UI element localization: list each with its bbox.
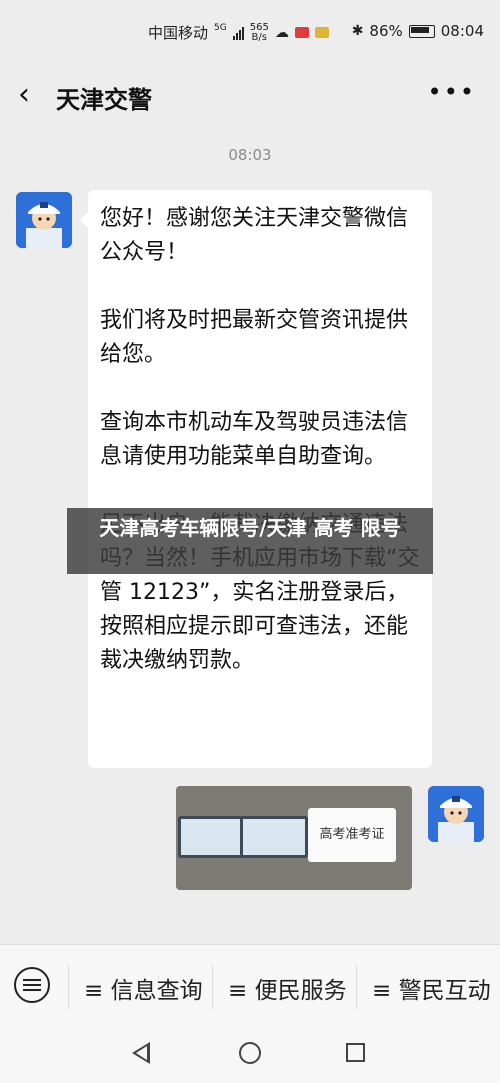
- network-speed: 565 B/s: [250, 22, 269, 43]
- menu-divider: [356, 965, 357, 1009]
- clock: 08:04: [440, 22, 484, 40]
- menu-item-police-interaction[interactable]: ≡ 警民互动: [372, 971, 491, 1005]
- message-timestamp: 08:03: [228, 146, 272, 164]
- official-account-menu: ≡ 信息查询 ≡ 便民服务 ≡ 警民互动: [0, 944, 500, 1029]
- police-mascot-icon: [16, 192, 72, 248]
- status-left: 中国移动 5G 565 B/s ☁: [148, 22, 329, 43]
- message-paragraph: 我们将及时把最新交管资讯提供给您。: [100, 308, 409, 367]
- image-text-label: 高考准考证: [308, 808, 396, 862]
- chevron-left-icon[interactable]: ‹: [18, 80, 30, 110]
- image-message[interactable]: 高考准考证: [176, 786, 412, 890]
- bluetooth-icon: ✱: [351, 23, 364, 39]
- home-icon[interactable]: [239, 1042, 261, 1064]
- official-account-avatar[interactable]: [16, 192, 72, 248]
- more-options-icon[interactable]: •••: [428, 78, 476, 106]
- status-right: ✱ 86% 08:04: [352, 22, 484, 40]
- menu-item-public-service[interactable]: ≡ 便民服务: [228, 971, 347, 1005]
- id-card-photo: [178, 816, 246, 858]
- recents-icon[interactable]: [346, 1043, 365, 1062]
- battery-percent: 86%: [369, 22, 403, 40]
- app-notification-icon: [294, 27, 309, 38]
- message-paragraph: 您好！感谢您关注天津交警微信公众号！: [100, 206, 409, 265]
- id-card-photo: [240, 816, 308, 858]
- app-notification-icon-2: [314, 27, 329, 38]
- status-bar: 中国移动 5G 565 B/s ☁ ✱ 86% 08:04: [0, 0, 500, 66]
- chat-header: ‹ 天津交警 •••: [0, 66, 500, 126]
- menu-divider: [68, 965, 69, 1009]
- welcome-message-bubble[interactable]: 您好！感谢您关注天津交警微信公众号！ 我们将及时把最新交管资讯提供给您。 查询本…: [80, 190, 432, 768]
- menu-divider: [212, 965, 213, 1009]
- police-mascot-icon: [428, 786, 484, 842]
- carrier-label: 中国移动: [148, 24, 209, 42]
- speed-unit: B/s: [251, 31, 267, 43]
- menu-item-info-query[interactable]: ≡ 信息查询: [84, 971, 203, 1005]
- cloud-icon: ☁: [274, 24, 289, 41]
- chat-title: 天津交警: [56, 86, 152, 114]
- back-icon[interactable]: [132, 1042, 150, 1064]
- system-navigation-bar: [0, 1028, 500, 1083]
- user-avatar[interactable]: [428, 786, 484, 842]
- battery-icon: [408, 24, 435, 38]
- signal-icon: [232, 26, 244, 40]
- network-type: 5G: [214, 22, 227, 33]
- keyboard-toggle-icon[interactable]: [14, 967, 50, 1003]
- message-paragraph: 查询本市机动车及驾驶员违法信息请使用功能菜单自助查询。: [100, 410, 409, 469]
- caption-overlay: 天津高考车辆限号/天津 高考 限号: [67, 508, 433, 574]
